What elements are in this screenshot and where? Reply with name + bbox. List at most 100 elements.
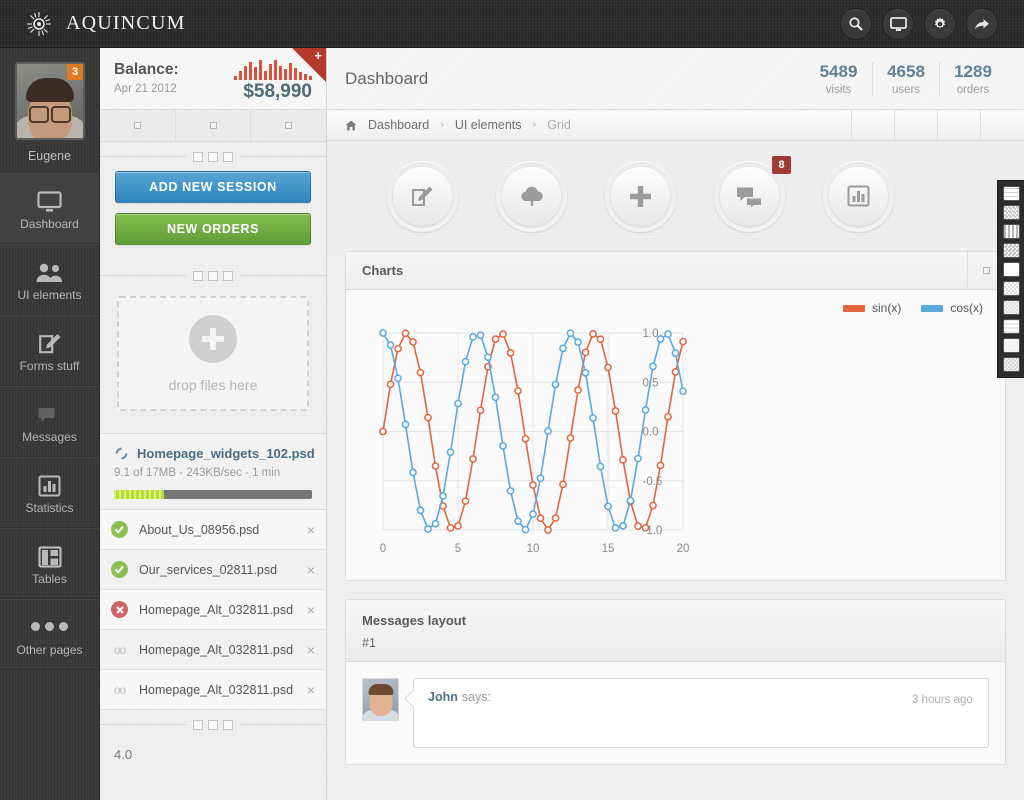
separator-square-icon[interactable] [193, 151, 203, 162]
pattern-swatch-zigzag[interactable] [1002, 205, 1020, 220]
chat-icon [720, 166, 779, 226]
data-point [484, 353, 492, 362]
upload-meta: 9.1 of 17MB - 243KB/sec - 1 min [114, 467, 281, 479]
pattern-swatch-grid-dense[interactable] [1002, 319, 1020, 334]
sidebar-item-ui-elements[interactable]: UI elements [0, 244, 99, 315]
data-point [416, 506, 425, 515]
sparkline-bar [248, 62, 252, 80]
separator-square-icon[interactable] [223, 151, 233, 162]
share-icon[interactable] [966, 8, 998, 40]
sidebar-item-statistics[interactable]: Statistics [0, 457, 99, 528]
top-icon-group [840, 8, 998, 40]
separator-square-icon[interactable] [208, 270, 218, 281]
data-point [446, 523, 455, 532]
data-point [379, 427, 387, 436]
y-tick-label: 0.5 [643, 377, 659, 389]
remove-file-button[interactable]: × [307, 562, 315, 578]
pattern-swatch-cross[interactable] [1002, 262, 1020, 277]
data-point [611, 524, 620, 532]
data-point [619, 522, 627, 530]
mini-toolbar-cell[interactable] [176, 110, 252, 141]
data-point [671, 368, 680, 376]
profile-block[interactable]: 3 Eugene [0, 48, 99, 173]
toolbar-cell[interactable] [981, 110, 1024, 140]
remove-file-button[interactable]: × [307, 682, 315, 698]
avatar-glasses [28, 106, 71, 123]
compose-button[interactable] [387, 160, 458, 232]
upload-filename[interactable]: Homepage_widgets_102.psd [137, 446, 315, 461]
data-point [679, 387, 687, 396]
separator-square-icon[interactable] [193, 270, 203, 281]
sidebar-item-tables[interactable]: Tables [0, 528, 99, 599]
data-point [536, 514, 545, 523]
sidebar-item-forms-stuff[interactable]: Forms stuff [0, 315, 99, 386]
pattern-swatch-plain[interactable] [1002, 338, 1020, 353]
file-list-item[interactable]: oo Homepage_Alt_032811.psd × [100, 670, 326, 710]
remove-file-button[interactable]: × [307, 522, 315, 538]
pattern-swatch-dots[interactable] [1002, 300, 1020, 315]
pattern-swatch-noise[interactable] [1002, 357, 1020, 372]
charts-panel-title: Charts [362, 263, 404, 278]
legend-item[interactable]: cos(x) [921, 301, 983, 315]
chart-body: sin(x) cos(x) 0 5 10 15 20 -1.0 -0.5 0.0 0.5 1.0 [346, 290, 1005, 580]
file-list-item[interactable]: oo Homepage_Alt_032811.psd × [100, 630, 326, 670]
chart-legend: sin(x) cos(x) [842, 301, 983, 315]
separator-square-icon[interactable] [208, 151, 218, 162]
legend-label: sin(x) [871, 301, 902, 315]
new-orders-button[interactable]: NEW ORDERS [115, 213, 311, 245]
mini-toolbar-cell[interactable] [100, 110, 176, 141]
square-icon [285, 122, 293, 129]
data-point [596, 335, 605, 344]
pattern-swatch-grid-fine[interactable] [1002, 186, 1020, 201]
file-dropzone[interactable]: drop files here [117, 296, 309, 411]
search-icon[interactable] [840, 8, 872, 40]
stat-item: 1289 orders [939, 61, 1006, 96]
message-item: John says: 3 hours ago [346, 662, 1005, 764]
sidebar-item-dashboard[interactable]: Dashboard [0, 173, 99, 244]
sparkline-bar [238, 71, 242, 80]
breadcrumb-link[interactable]: UI elements [455, 118, 522, 132]
data-point [589, 414, 597, 422]
sidebar-item-other-pages[interactable]: Other pages [0, 599, 99, 670]
upload-button[interactable] [496, 160, 567, 232]
sidebar-item-messages[interactable]: Messages [0, 386, 99, 457]
statistics-button[interactable] [823, 160, 894, 232]
stat-item: 5489 visits [805, 62, 872, 96]
separator-square-icon[interactable] [208, 719, 218, 730]
add-new-session-button[interactable]: ADD NEW SESSION [115, 171, 311, 203]
file-name: Homepage_Alt_032811.psd [139, 602, 294, 617]
legend-item[interactable]: sin(x) [842, 301, 902, 315]
remove-file-button[interactable]: × [307, 642, 315, 658]
dropzone-label: drop files here [168, 376, 258, 393]
add-ribbon-button[interactable]: + [292, 48, 326, 82]
logo-area[interactable]: AQUINCUM [0, 11, 186, 37]
message-avatar[interactable] [362, 678, 399, 721]
avatar[interactable]: 3 [14, 62, 85, 140]
remove-file-button[interactable]: × [307, 602, 315, 618]
file-list-item[interactable]: Our_services_02811.psd × [100, 550, 326, 590]
breadcrumb-link[interactable]: Dashboard [368, 118, 429, 132]
toolbar-cell[interactable] [895, 110, 938, 140]
gear-icon[interactable] [924, 8, 956, 40]
monitor-icon[interactable] [882, 8, 914, 40]
separator-square-icon[interactable] [223, 719, 233, 730]
sidebar-item-label: UI elements [17, 288, 82, 302]
data-point [521, 435, 530, 443]
data-point [544, 526, 552, 534]
mini-toolbar-cell[interactable] [251, 110, 326, 141]
separator-square-icon[interactable] [193, 719, 203, 730]
pattern-swatch-checker-light[interactable] [1002, 281, 1020, 296]
pattern-swatch-vertical-stripes[interactable] [1002, 224, 1020, 239]
messages-button[interactable]: 8 [714, 155, 791, 232]
file-list-item[interactable]: About_Us_08956.psd × [100, 510, 326, 550]
data-point [626, 496, 635, 505]
separator-square-icon[interactable] [223, 270, 233, 281]
message-author[interactable]: John [428, 690, 458, 712]
toolbar-cell[interactable] [938, 110, 981, 140]
file-list-item[interactable]: Homepage_Alt_032811.psd × [100, 590, 326, 630]
add-button[interactable] [605, 160, 676, 232]
top-bar: AQUINCUM [0, 0, 1024, 48]
app-root: AQUINCUM 3 Eugene Dashboard UI elements … [0, 0, 1024, 800]
pattern-swatch-diagonal-stripes[interactable] [1002, 243, 1020, 258]
toolbar-cell[interactable] [852, 110, 895, 140]
